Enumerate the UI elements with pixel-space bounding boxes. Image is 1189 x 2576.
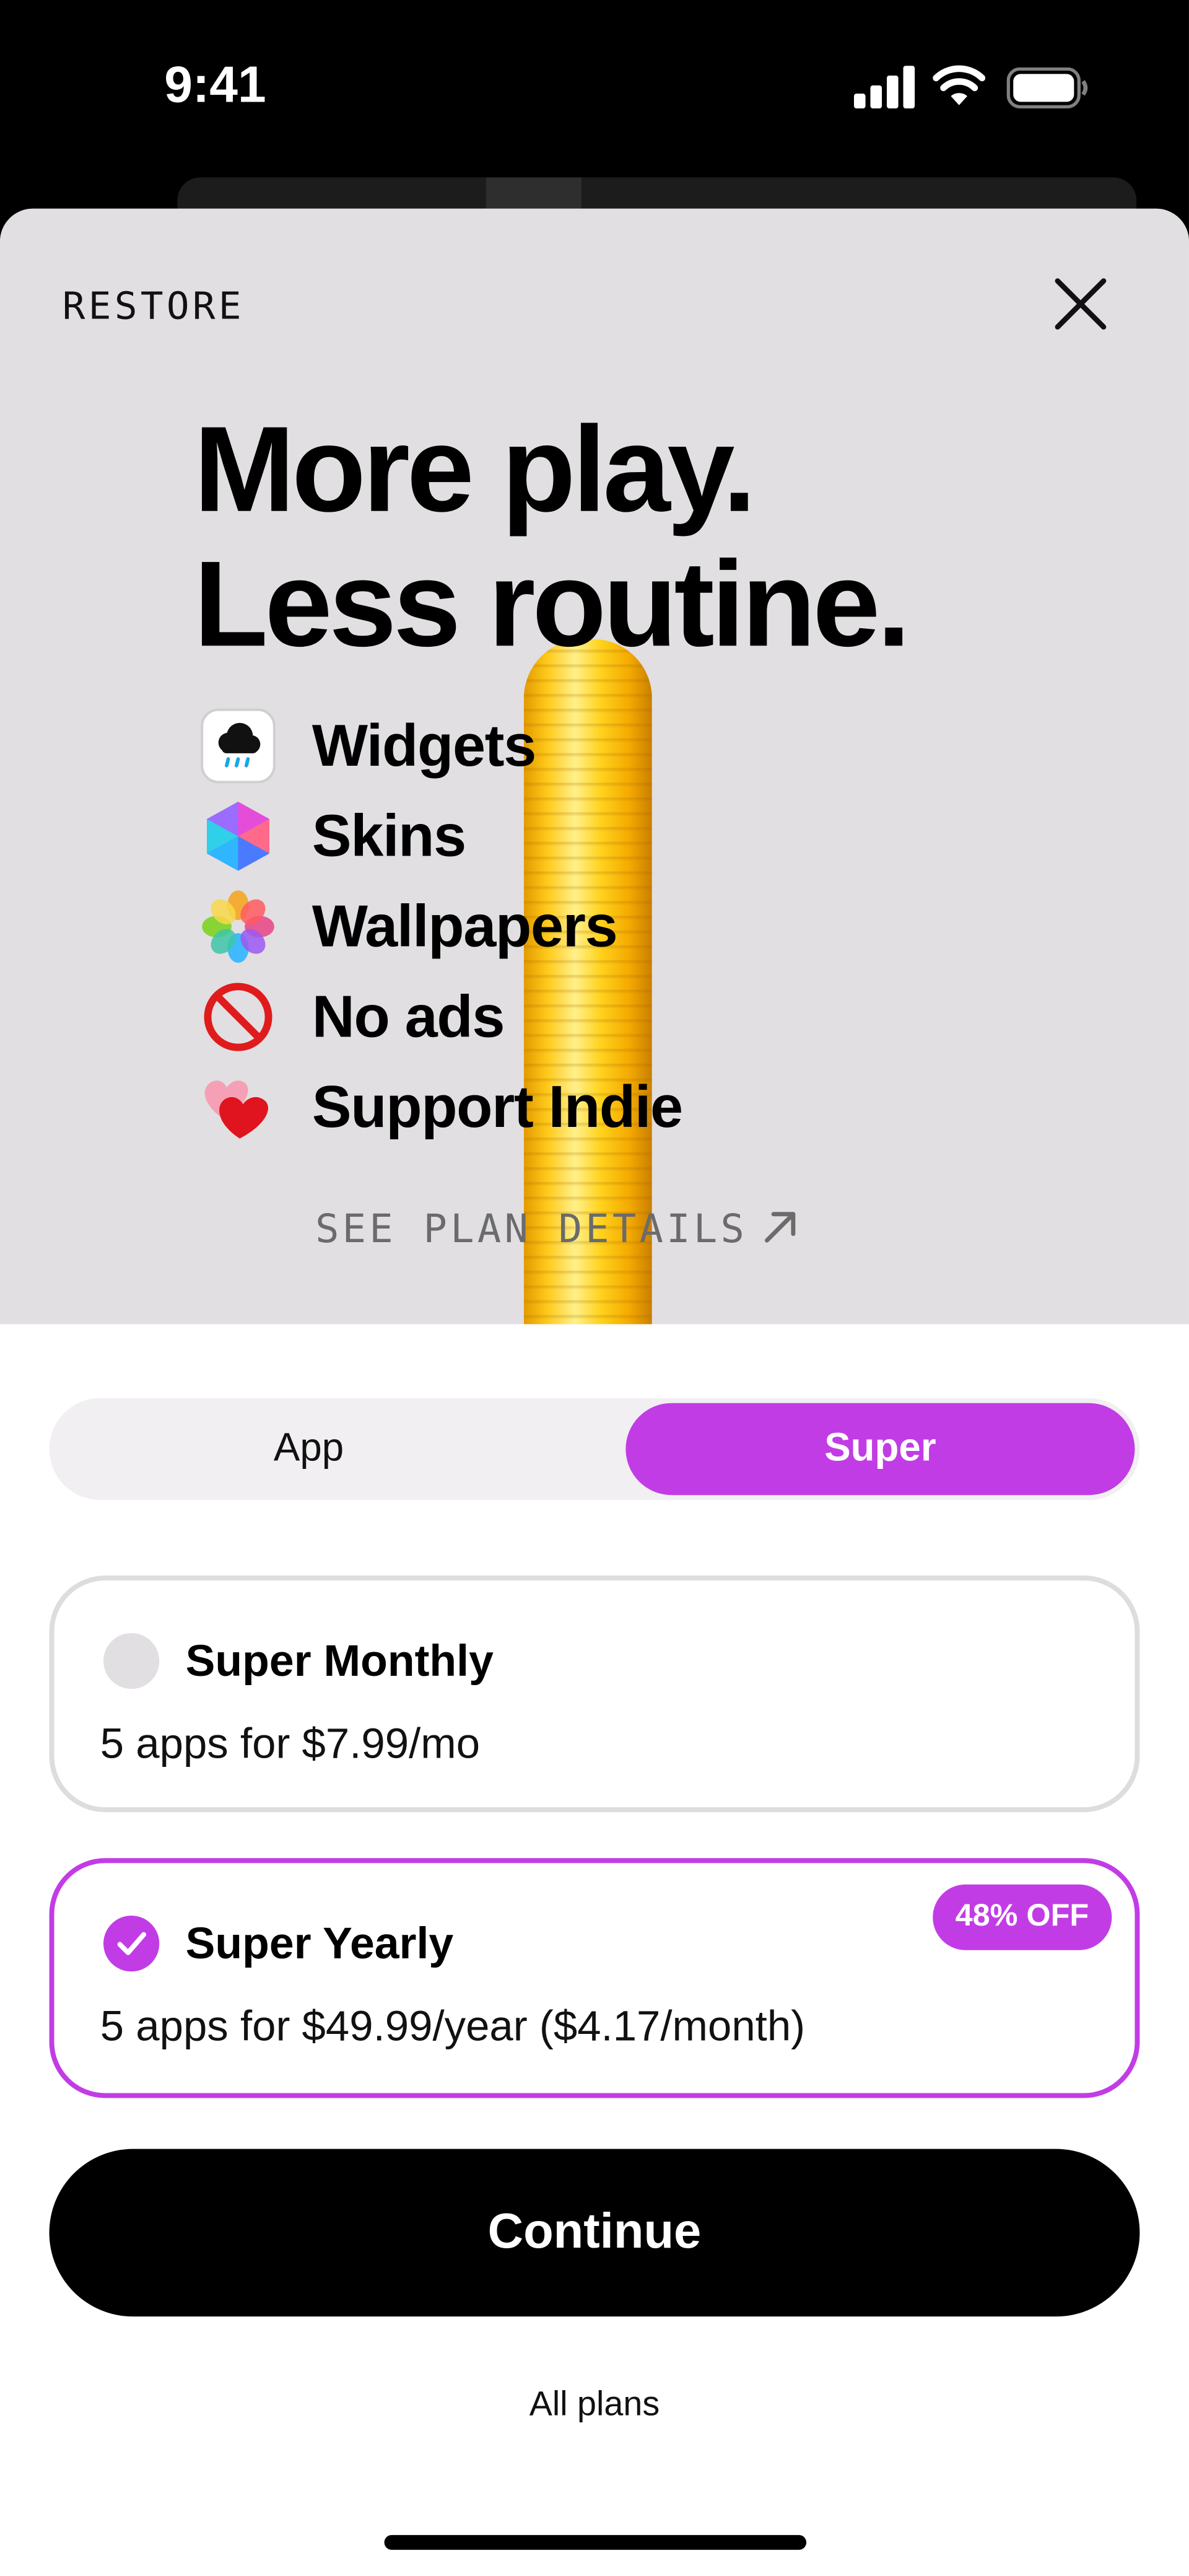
- feature-label: Skins: [311, 802, 466, 869]
- see-plan-details-label: SEE PLAN DETAILS: [315, 1206, 748, 1252]
- paywall-screen: 9:41 RESTORE More play. Less routine. Wi…: [0, 0, 1189, 2576]
- tab-super[interactable]: Super: [625, 1403, 1135, 1496]
- battery-icon: [1006, 67, 1088, 109]
- close-icon[interactable]: [1048, 271, 1113, 337]
- status-time: 9:41: [164, 56, 266, 113]
- radio-unselected[interactable]: [103, 1632, 160, 1689]
- hexagon-gem-icon: [207, 802, 269, 871]
- feature-item-skins: Skins: [201, 795, 891, 874]
- headline-line-1: More play.: [193, 401, 756, 538]
- headline-line-2: Less routine.: [193, 535, 911, 672]
- feature-label: Support Indie: [311, 1072, 683, 1141]
- cellular-signal-icon: [853, 66, 915, 109]
- plan-title: Super Monthly: [185, 1636, 494, 1686]
- home-indicator: [384, 2534, 807, 2550]
- restore-button[interactable]: RESTORE: [63, 286, 245, 328]
- plan-option-super-yearly[interactable]: Super Yearly 5 apps for $49.99/year ($4.…: [49, 1858, 1140, 2098]
- feature-item-support-indie: Support Indie: [201, 1066, 891, 1145]
- hero-panel: RESTORE More play. Less routine. Widgets: [0, 208, 1189, 1325]
- plan-title: Super Yearly: [185, 1919, 454, 1968]
- feature-label: Widgets: [311, 711, 536, 779]
- wifi-icon: [933, 65, 986, 105]
- plan-description: 5 apps for $7.99/mo: [100, 1718, 481, 1768]
- tab-app[interactable]: App: [54, 1403, 564, 1496]
- hearts-icon: [204, 1080, 268, 1139]
- status-bar: 9:41: [0, 0, 1189, 177]
- plan-option-super-monthly[interactable]: Super Monthly 5 apps for $7.99/mo: [49, 1575, 1140, 1813]
- feature-item-wallpapers: Wallpapers: [201, 885, 891, 964]
- feature-item-widgets: Widgets: [201, 705, 891, 784]
- checkmark-circle-icon[interactable]: [103, 1916, 160, 1972]
- feature-label: No ads: [311, 982, 505, 1050]
- see-plan-details-link[interactable]: SEE PLAN DETAILS: [315, 1206, 800, 1252]
- headline: More play. Less routine.: [193, 401, 911, 672]
- no-entry-icon: [204, 983, 272, 1051]
- plan-description: 5 apps for $49.99/year ($4.17/month): [100, 2001, 806, 2051]
- cloud-rain-widget-icon: [201, 708, 276, 784]
- paywall-sheet: RESTORE More play. Less routine. Widgets: [0, 208, 1189, 2576]
- discount-badge: 48% OFF: [932, 1884, 1112, 1950]
- arrow-up-right-icon: [765, 1212, 796, 1243]
- feature-item-no-ads: No ads: [201, 976, 891, 1054]
- feature-label: Wallpapers: [311, 892, 618, 960]
- plan-type-tabs: App Super: [49, 1398, 1140, 1500]
- flower-photos-icon: [202, 890, 274, 963]
- all-plans-link[interactable]: All plans: [0, 2386, 1189, 2425]
- continue-button[interactable]: Continue: [49, 2149, 1140, 2317]
